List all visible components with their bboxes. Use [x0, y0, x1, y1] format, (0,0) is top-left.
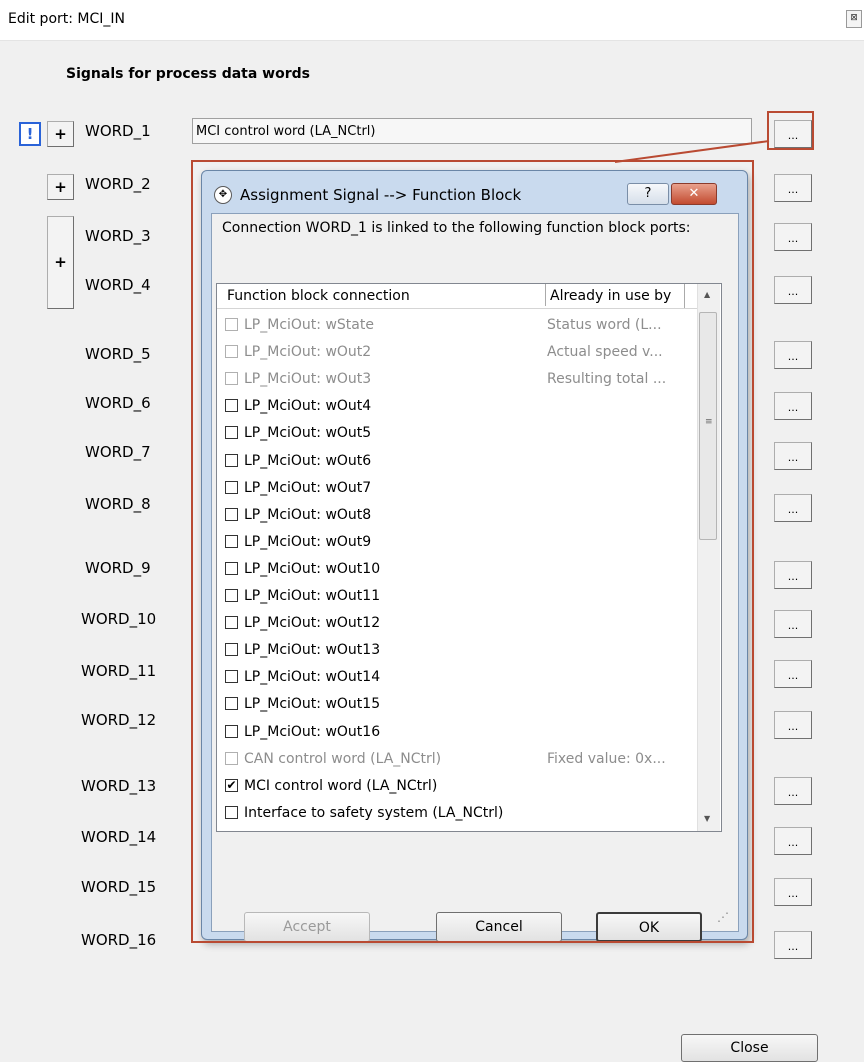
highlight-box-dialog: [191, 160, 754, 943]
